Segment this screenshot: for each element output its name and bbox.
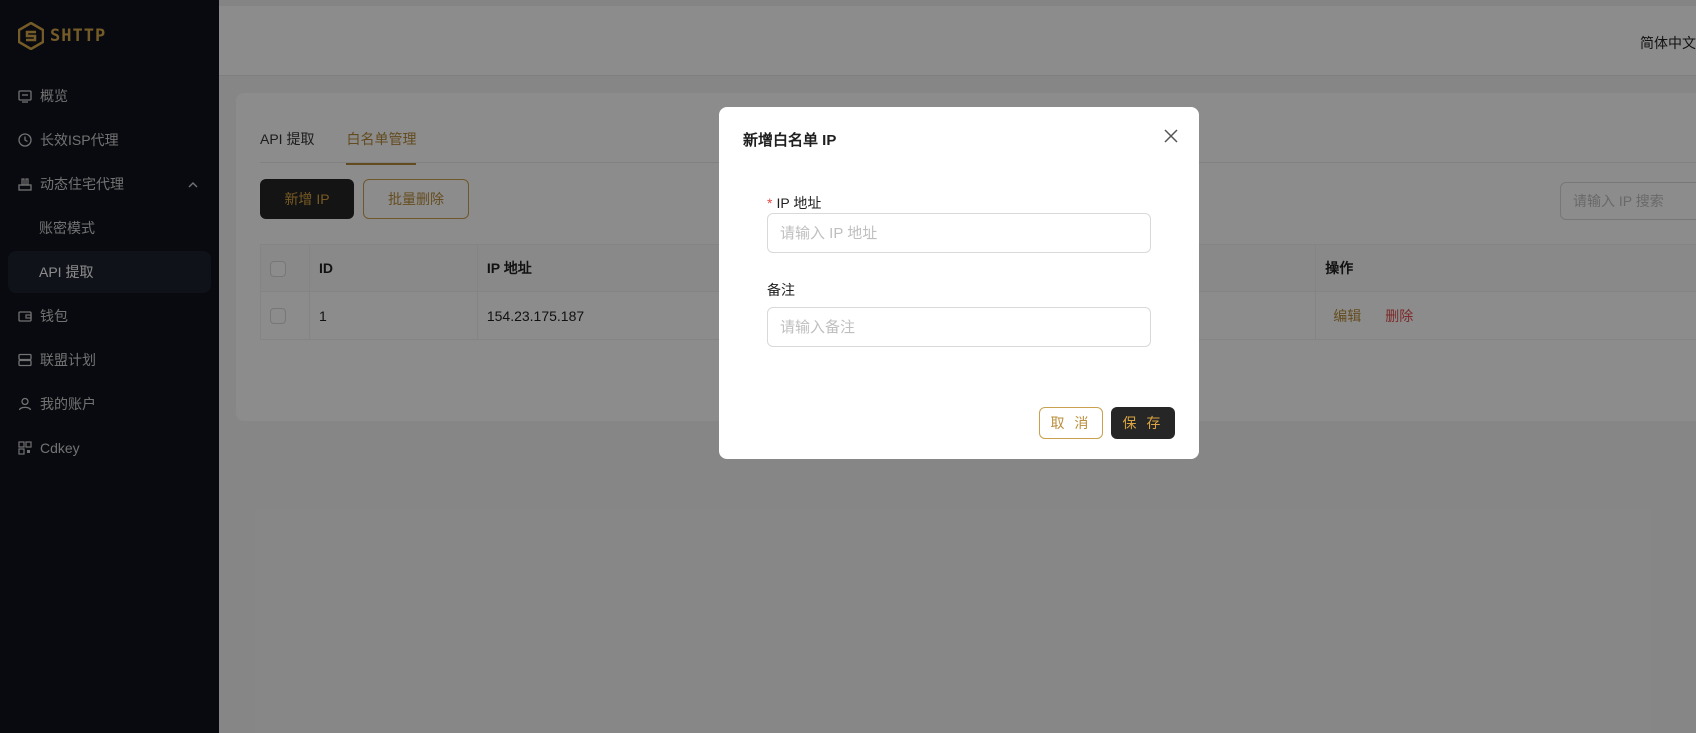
cancel-button[interactable]: 取 消 (1039, 407, 1103, 439)
add-whitelist-ip-dialog: 新增白名单 IP *IP 地址 备注 取 消 保 存 (719, 107, 1199, 459)
dialog-title: 新增白名单 IP (743, 132, 837, 149)
note-input[interactable] (767, 307, 1151, 347)
required-mark: * (767, 195, 773, 211)
ip-address-label: * IP 地址 (767, 193, 821, 213)
save-button[interactable]: 保 存 (1111, 407, 1175, 439)
note-label: 备注 (767, 282, 795, 298)
ip-address-input[interactable] (767, 213, 1151, 253)
ip-address-label-text: IP 地址 (776, 195, 822, 211)
close-icon[interactable] (1161, 126, 1181, 146)
